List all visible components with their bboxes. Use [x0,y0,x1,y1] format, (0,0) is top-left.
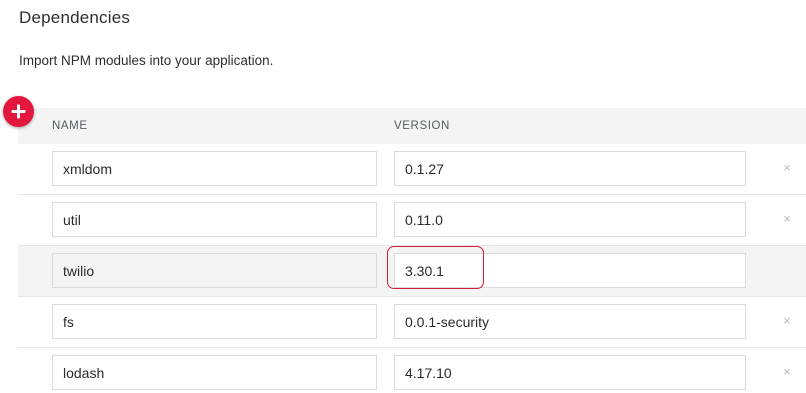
module-version-input[interactable] [394,253,746,288]
close-icon[interactable]: × [780,212,794,226]
column-header-name: NAME [52,120,88,132]
table-row [18,246,806,297]
module-version-input[interactable] [394,202,746,237]
close-icon[interactable]: × [780,365,794,379]
add-dependency-button[interactable] [3,96,34,127]
table-row: × [18,144,806,195]
table-row: × [18,195,806,246]
module-version-input[interactable] [394,355,746,390]
plus-icon [11,104,26,119]
table-header: NAME VERSION [18,108,806,144]
dependencies-table: NAME VERSION × × × × [18,108,806,393]
module-version-input[interactable] [394,304,746,339]
module-name-input[interactable] [52,151,377,186]
page-description: Import NPM modules into your application… [19,53,274,68]
table-row: × [18,348,806,393]
module-name-input[interactable] [52,304,377,339]
page-title: Dependencies [19,8,131,27]
dependencies-panel: Dependencies Import NPM modules into you… [0,0,806,393]
close-icon[interactable]: × [780,161,794,175]
module-version-input[interactable] [394,151,746,186]
module-name-input [52,253,377,288]
column-header-version: VERSION [394,120,450,132]
module-name-input[interactable] [52,355,377,390]
table-row: × [18,297,806,348]
close-icon[interactable]: × [780,314,794,328]
module-name-input[interactable] [52,202,377,237]
